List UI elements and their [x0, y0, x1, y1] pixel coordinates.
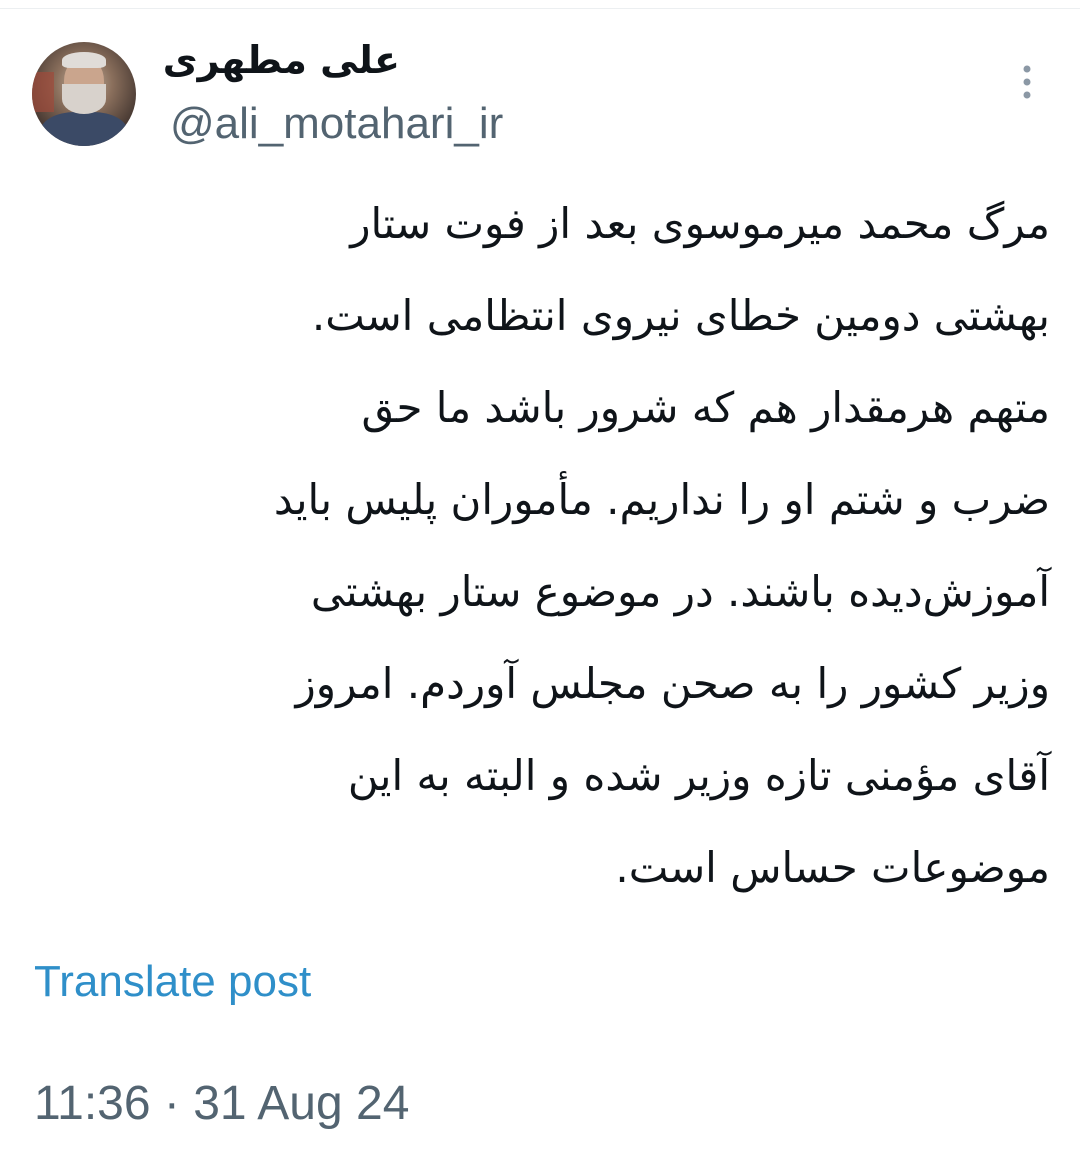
- author-display-name[interactable]: علی مطهری: [150, 30, 400, 90]
- avatar-beard: [62, 84, 106, 114]
- author-handle[interactable]: @ali_motahari_ir: [170, 94, 503, 154]
- tweet-line: موضوعات حساس است.: [615, 843, 1050, 892]
- profile-avatar[interactable]: [32, 42, 136, 146]
- tweet-body: مرگ محمد میرموسوی بعد از فوت ستار بهشتی …: [30, 178, 1050, 914]
- tweet-line: وزیر کشور را به صحن مجلس آوردم. امروز: [295, 659, 1050, 708]
- translate-post-link[interactable]: Translate post: [34, 952, 311, 1012]
- more-vertical-icon[interactable]: [1010, 60, 1044, 104]
- tweet-line: متهم هرمقدار هم که شرور باشد ما حق: [361, 383, 1050, 432]
- tweet-line: بهشتی دومین خطای نیروی انتظامی است.: [311, 291, 1050, 340]
- avatar-hair: [62, 52, 106, 68]
- tweet-line: مرگ محمد میرموسوی بعد از فوت ستار: [350, 199, 1050, 248]
- tweet-line: آقای مؤمنی تازه وزیر شده و البته به این: [347, 751, 1050, 800]
- avatar-background: [32, 72, 54, 112]
- tweet-timestamp[interactable]: 11:36 · 31 Aug 24: [34, 1074, 409, 1134]
- avatar-suit: [40, 112, 128, 146]
- tweet-line: آموزش‌دیده باشند. در موضوع ستار بهشتی: [310, 567, 1050, 616]
- top-divider: [0, 0, 1080, 9]
- tweet-line: ضرب و شتم او را نداریم. مأموران پلیس بای…: [273, 475, 1050, 524]
